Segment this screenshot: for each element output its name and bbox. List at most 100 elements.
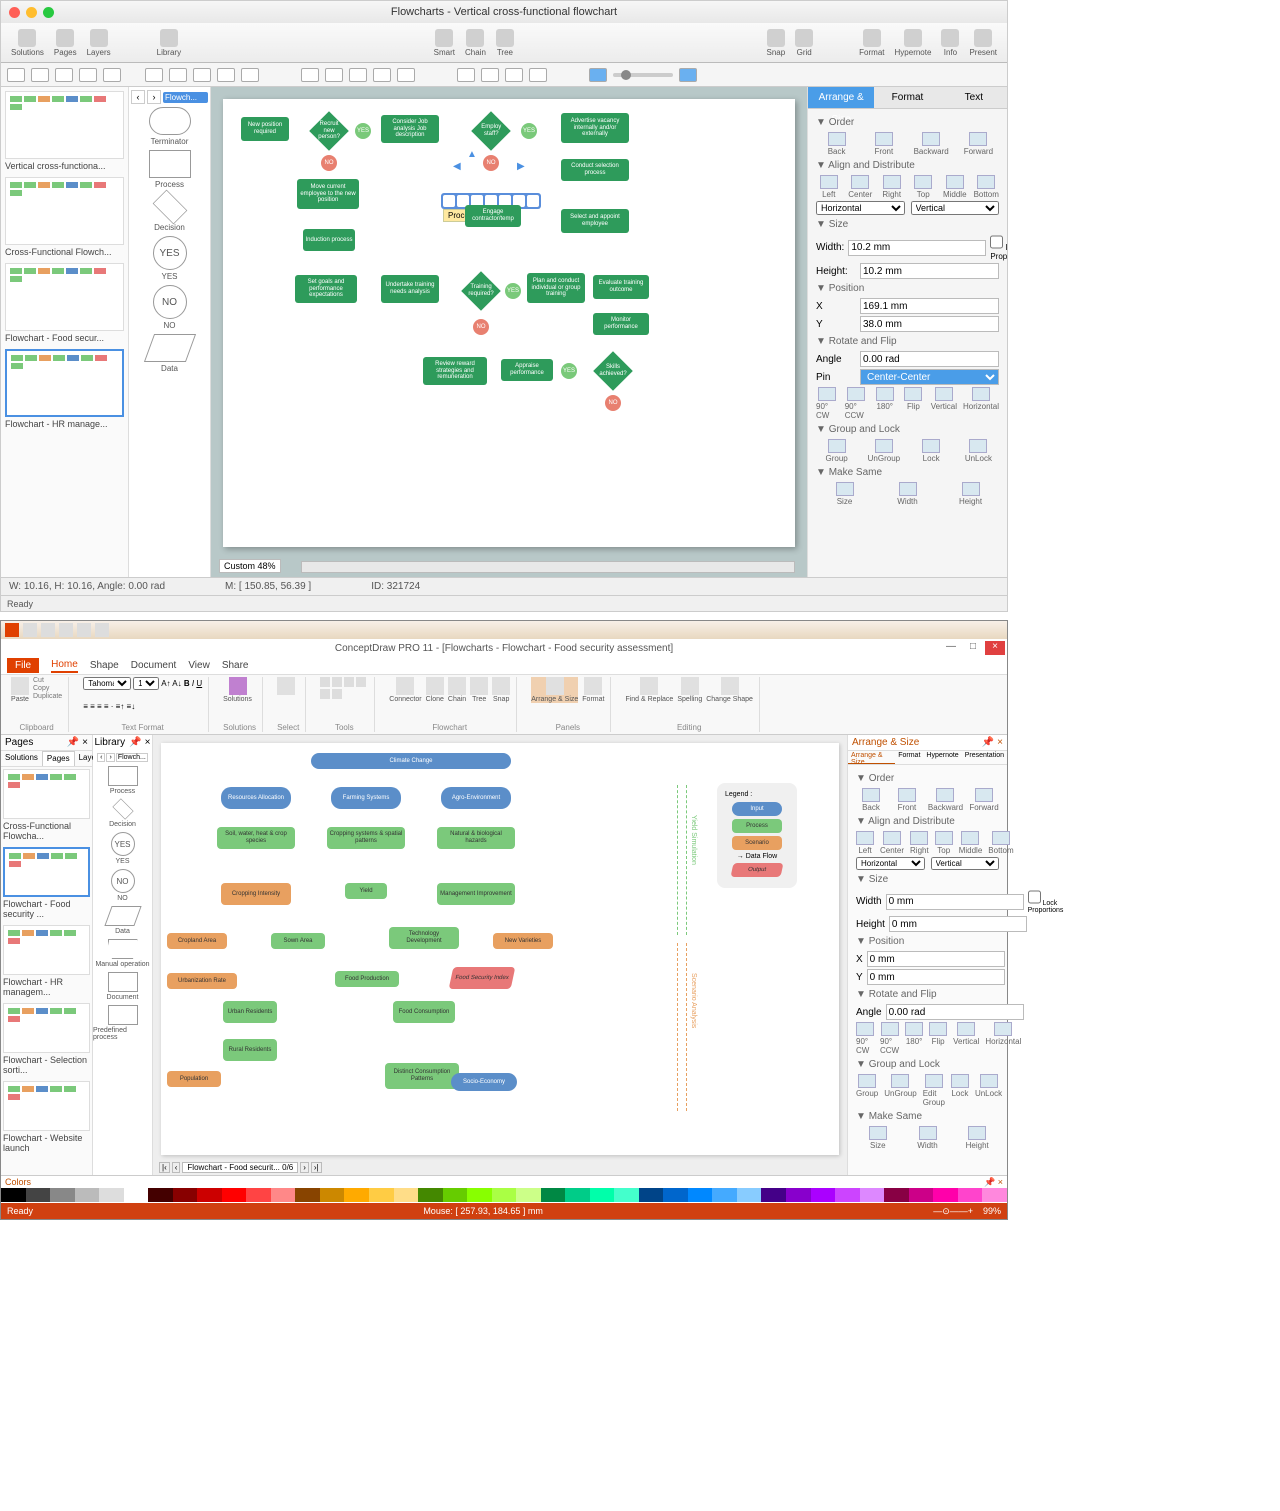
btn-right[interactable]: Right <box>879 175 905 199</box>
color-swatch[interactable] <box>909 1188 934 1202</box>
btn-group[interactable]: Group <box>816 439 857 463</box>
flow-node[interactable]: NO <box>473 319 489 335</box>
btn-bottom[interactable]: Bottom <box>974 175 1000 199</box>
color-swatch[interactable] <box>933 1188 958 1202</box>
win-page-thumb[interactable] <box>3 1003 90 1053</box>
btn-left[interactable]: Left <box>856 831 874 855</box>
color-swatch[interactable] <box>148 1188 173 1202</box>
rb-tree[interactable]: Tree <box>470 677 488 703</box>
flow-node[interactable]: Cropland Area <box>167 933 227 949</box>
color-swatch[interactable] <box>50 1188 75 1202</box>
flow-node[interactable]: Agro-Environment <box>441 787 511 809</box>
flow-node[interactable]: NO <box>321 155 337 171</box>
panel-pin[interactable]: 📌 × <box>982 737 1003 748</box>
flow-node[interactable]: New Varieties <box>493 933 553 949</box>
flow-node[interactable]: Socio-Economy <box>451 1073 517 1091</box>
btn-90ccw[interactable]: 90° CCW <box>880 1022 899 1055</box>
tool-icon[interactable] <box>332 677 342 687</box>
solutions-subtab[interactable]: Solutions <box>1 751 42 766</box>
color-swatch[interactable] <box>124 1188 149 1202</box>
flow-node[interactable]: Plan and conduct individual or group tra… <box>527 273 585 303</box>
flow-node[interactable]: Natural & biological hazards <box>437 827 515 849</box>
wshape-document[interactable]: Document <box>93 972 152 1001</box>
btn-middle[interactable]: Middle <box>942 175 968 199</box>
rect-tool[interactable] <box>55 68 73 82</box>
btn-height[interactable]: Height <box>942 482 999 506</box>
flow-node[interactable]: Soil, water, heat & crop species <box>217 827 295 849</box>
btn-size[interactable]: Size <box>856 1126 900 1150</box>
cut-btn[interactable]: Cut <box>33 677 62 684</box>
zoom-select[interactable]: Custom 48% <box>219 559 281 573</box>
color-swatch[interactable] <box>26 1188 51 1202</box>
color-swatch[interactable] <box>1 1188 26 1202</box>
color-swatches[interactable] <box>1 1188 1007 1202</box>
tool-icon[interactable] <box>356 677 366 687</box>
flow-node[interactable]: Recruit new person? <box>309 111 349 151</box>
flow-node[interactable]: Urbanization Rate <box>167 973 237 989</box>
nav-fwd-btn[interactable]: › <box>147 90 161 104</box>
color-swatch[interactable] <box>884 1188 909 1202</box>
nav-back-btn[interactable]: ‹ <box>131 90 145 104</box>
solutions-btn[interactable]: Solutions <box>223 677 252 703</box>
btn-left[interactable]: Left <box>816 175 842 199</box>
wa-input[interactable] <box>886 1004 1024 1020</box>
pin-icon[interactable]: 📌 × <box>67 737 88 748</box>
color-swatch[interactable] <box>786 1188 811 1202</box>
page-thumb[interactable] <box>5 91 124 159</box>
pages-subtab[interactable]: Pages <box>42 751 75 766</box>
wlock-check[interactable] <box>1028 889 1041 905</box>
canvas-paper[interactable]: Process ▲ ◀ ▶ New position requiredRecru… <box>223 99 795 547</box>
color-swatch[interactable] <box>761 1188 786 1202</box>
paint-tool[interactable] <box>529 68 547 82</box>
lock-btn[interactable] <box>397 68 415 82</box>
flow-node[interactable]: Climate Change <box>311 753 511 769</box>
color-swatch[interactable] <box>197 1188 222 1202</box>
flow-node[interactable]: Monitor performance <box>593 313 649 335</box>
wshape-decision[interactable]: Decision <box>93 799 152 828</box>
btn-forward[interactable]: Forward <box>969 788 999 812</box>
btn-size[interactable]: Size <box>816 482 873 506</box>
color-swatch[interactable] <box>565 1188 590 1202</box>
home-tab[interactable]: Home <box>51 659 78 673</box>
color-swatch[interactable] <box>75 1188 100 1202</box>
rtab-arrange[interactable]: Arrange & Size <box>848 751 895 764</box>
color-swatch[interactable] <box>639 1188 664 1202</box>
tab-last[interactable]: ›| <box>311 1162 322 1173</box>
rb-chain[interactable]: Chain <box>448 677 466 703</box>
shape-tab[interactable]: Shape <box>90 660 119 671</box>
shape-yes[interactable]: YESYES <box>149 236 191 281</box>
preview-icon[interactable] <box>95 623 109 637</box>
flow-node[interactable]: Review reward strategies and remuneratio… <box>423 357 487 385</box>
hand-tool[interactable] <box>481 68 499 82</box>
tb-pages[interactable]: Pages <box>50 27 81 59</box>
btn-front[interactable]: Front <box>892 788 922 812</box>
btn-90cw[interactable]: 90° CW <box>816 387 839 420</box>
color-swatch[interactable] <box>982 1188 1007 1202</box>
btn-vertical[interactable]: Vertical <box>931 387 957 420</box>
copy-btn[interactable]: Copy <box>33 685 62 692</box>
color-swatch[interactable] <box>590 1188 615 1202</box>
win-page-thumb[interactable] <box>3 769 90 819</box>
btn-90ccw[interactable]: 90° CCW <box>845 387 868 420</box>
flow-node[interactable]: Technology Development <box>389 927 459 949</box>
tb-library[interactable]: Library <box>153 27 185 59</box>
color-swatch[interactable] <box>835 1188 860 1202</box>
flow-node[interactable]: Conduct selection process <box>561 159 629 181</box>
arrow-tool[interactable] <box>145 68 163 82</box>
lib-fwd[interactable]: › <box>106 753 114 762</box>
ellipse-tool[interactable] <box>79 68 97 82</box>
tb-grid[interactable]: Grid <box>791 27 817 59</box>
flow-node[interactable]: Yield <box>345 883 387 899</box>
undo-icon[interactable] <box>41 623 55 637</box>
flow-node[interactable]: Farming Systems <box>331 787 401 809</box>
color-swatch[interactable] <box>99 1188 124 1202</box>
wh-input[interactable] <box>889 916 1027 932</box>
color-swatch[interactable] <box>369 1188 394 1202</box>
btn-backward[interactable]: Backward <box>911 132 952 156</box>
win-page-thumb[interactable] <box>3 847 90 897</box>
color-swatch[interactable] <box>246 1188 271 1202</box>
flow-node[interactable]: Skills achieved? <box>593 351 633 391</box>
flow-node[interactable]: Rural Residents <box>223 1039 277 1061</box>
btn-horizontal[interactable]: Horizontal <box>985 1022 1021 1055</box>
color-swatch[interactable] <box>663 1188 688 1202</box>
